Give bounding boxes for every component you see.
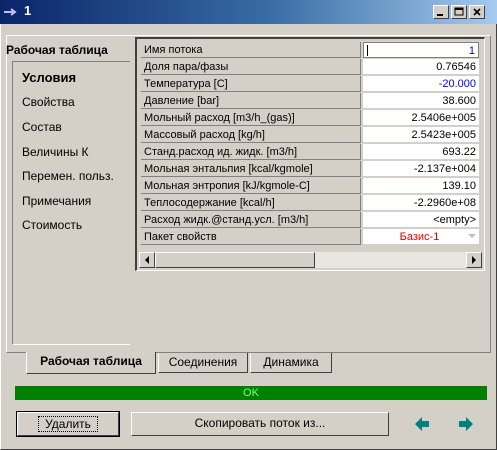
row-label: Теплосодержание [kcal/h] [141,195,361,211]
delete-button-label: Удалить [38,416,98,432]
row-label: Массовый расход [kg/h] [141,127,361,143]
stream-icon[interactable] [3,6,19,18]
status-bar: OK [15,386,487,400]
nav-item-properties[interactable]: Свойства [22,95,75,109]
row-label: Имя потока [141,42,361,58]
close-icon [473,8,481,16]
row-label: Давление [bar] [141,93,361,109]
delete-button[interactable]: Удалить [16,411,120,437]
row-value[interactable]: 139.10 [363,178,479,194]
maximize-icon [454,7,464,16]
table-row[interactable]: Расход жидк.@станд.усл. [m3/h] <empty> [141,212,479,229]
horizontal-scrollbar[interactable] [139,252,482,268]
nav-item-conditions[interactable]: Условия [22,70,76,85]
property-package-select[interactable]: Базис-1 [363,229,479,245]
scrollbar-thumb[interactable] [155,252,315,268]
text-cursor [367,45,368,56]
minimize-icon [437,14,443,16]
nav-item-k-values[interactable]: Величины К [22,145,89,159]
title-bar[interactable]: 1 [0,0,497,24]
row-label: Пакет свойств [141,229,361,245]
stream-name-input[interactable]: 1 [363,42,479,58]
table-row[interactable]: Мольная энтропия [kJ/kgmole-C] 139.10 [141,178,479,195]
tab-connections[interactable]: Соединения [158,353,248,373]
row-value[interactable]: -2.137e+004 [363,161,479,177]
row-value[interactable]: -2.2960e+08 [363,195,479,211]
table-row[interactable]: Мольный расход [m3/h_(gas)] 2.5406e+005 [141,110,479,127]
copy-stream-button[interactable]: Скопировать поток из... [131,412,389,436]
row-value[interactable]: -20.000 [363,76,479,92]
chevron-down-icon [468,234,476,238]
table-row[interactable]: Мольная энтальпия [kcal/kgmole] -2.137e+… [141,161,479,178]
nav-item-composition[interactable]: Состав [22,120,62,134]
row-label: Температура [C] [141,76,361,92]
tab-worksheet[interactable]: Рабочая таблица [26,352,156,374]
table-row[interactable]: Теплосодержание [kcal/h] -2.2960e+08 [141,195,479,212]
scroll-left-button[interactable] [139,252,155,268]
tab-dynamics[interactable]: Динамика [250,353,332,373]
nav-item-user-variables[interactable]: Перемен. польз. [22,169,114,183]
row-value: 1 [468,45,475,57]
row-value[interactable]: <empty> [363,212,479,228]
row-label: Доля пара/фазы [141,59,361,75]
row-label: Мольная энтальпия [kcal/kgmole] [141,161,361,177]
row-value: Базис-1 [399,231,440,243]
nav-item-notes[interactable]: Примечания [22,194,91,208]
row-label: Мольная энтропия [kJ/kgmole-C] [141,178,361,194]
window-title: 1 [24,3,32,18]
next-stream-button[interactable] [457,415,475,433]
table-row[interactable]: Станд.расход ид. жидк. [m3/h] 693.22 [141,144,479,161]
row-value[interactable]: 693.22 [363,144,479,160]
scroll-right-button[interactable] [466,252,482,268]
row-value[interactable]: 0.76546 [363,59,479,75]
row-label: Станд.расход ид. жидк. [m3/h] [141,144,361,160]
table-row[interactable]: Пакет свойств Базис-1 [141,229,479,246]
row-value[interactable]: 2.5406e+005 [363,110,479,126]
row-value[interactable]: 38.600 [363,93,479,109]
nav-item-cost[interactable]: Стоимость [22,218,82,232]
nav-title: Рабочая таблица [6,43,108,57]
row-label: Мольный расход [m3/h_(gas)] [141,110,361,126]
table-row[interactable]: Массовый расход [kg/h] 2.5423e+005 [141,127,479,144]
table-row[interactable]: Доля пара/фазы 0.76546 [141,59,479,76]
row-value[interactable]: 2.5423e+005 [363,127,479,143]
table-row[interactable]: Имя потока 1 [141,42,479,59]
arrow-left-icon [415,417,429,431]
minimize-button[interactable] [433,5,449,19]
row-label: Расход жидк.@станд.усл. [m3/h] [141,212,361,228]
table-row[interactable]: Давление [bar] 38.600 [141,93,479,110]
properties-grid: Имя потока 1 Доля пара/фазы 0.76546 Темп… [135,37,485,271]
scroll-right-icon [472,256,476,264]
close-button[interactable] [469,5,485,19]
previous-stream-button[interactable] [413,415,431,433]
scroll-left-icon [145,256,149,264]
table-row[interactable]: Температура [C] -20.000 [141,76,479,93]
maximize-button[interactable] [451,5,467,19]
arrow-right-icon [459,417,473,431]
